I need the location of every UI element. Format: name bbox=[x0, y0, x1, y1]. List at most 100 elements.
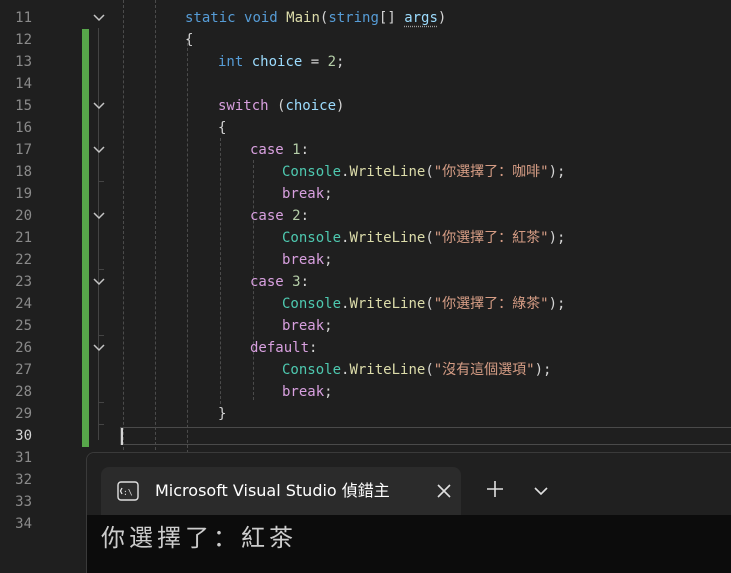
punctuation: : bbox=[309, 340, 318, 356]
keyword: string bbox=[328, 10, 379, 26]
fold-guide bbox=[98, 28, 99, 440]
control-keyword: break bbox=[282, 318, 325, 334]
terminal-output-text: 你選擇了：紅茶 bbox=[101, 524, 297, 552]
terminal-tab[interactable]: :\ Microsoft Visual Studio 偵錯主 bbox=[101, 467, 461, 515]
line-number: 19 bbox=[15, 186, 32, 202]
code-line-25: break; bbox=[282, 315, 333, 337]
string-literal: "你選擇了：紅茶" bbox=[433, 230, 549, 246]
punctuation: : bbox=[300, 274, 310, 290]
line-number: 28 bbox=[15, 384, 32, 400]
class-name: Console bbox=[282, 164, 342, 180]
terminal-tab-bar: :\ Microsoft Visual Studio 偵錯主 bbox=[87, 453, 731, 515]
punctuation: ( bbox=[425, 164, 434, 180]
code-line-23: case 3: bbox=[250, 271, 309, 293]
punctuation: ( bbox=[425, 230, 434, 246]
code-line-20: case 2: bbox=[250, 205, 309, 227]
chevron-down-icon[interactable] bbox=[533, 483, 549, 497]
indent-guide bbox=[220, 138, 221, 404]
line-number-gutter: 11 12 13 14 15 16 17 18 19 20 21 22 23 2… bbox=[0, 7, 32, 535]
line-number: 25 bbox=[15, 318, 32, 334]
class-name: Console bbox=[282, 296, 342, 312]
line-number: 15 bbox=[15, 98, 32, 114]
control-keyword: case bbox=[250, 142, 284, 158]
code-line-24: Console.WriteLine("你選擇了：綠茶"); bbox=[282, 293, 565, 315]
line-number: 31 bbox=[15, 450, 32, 466]
line-number: 12 bbox=[15, 32, 32, 48]
line-number-current: 30 bbox=[15, 428, 32, 444]
chevron-down-icon[interactable] bbox=[91, 274, 107, 290]
line-number: 33 bbox=[15, 494, 32, 510]
method-name: WriteLine bbox=[349, 362, 426, 378]
string-literal: "你選擇了：咖啡" bbox=[433, 164, 549, 180]
punctuation: ; bbox=[324, 252, 333, 268]
indent-guide bbox=[155, 0, 156, 450]
control-keyword: break bbox=[282, 186, 325, 202]
fold-end-marker bbox=[98, 424, 104, 425]
line-number: 34 bbox=[15, 516, 32, 532]
control-keyword: break bbox=[282, 384, 325, 400]
chevron-down-icon[interactable] bbox=[91, 10, 107, 26]
class-name: Console bbox=[282, 230, 342, 246]
code-line-19: break; bbox=[282, 183, 333, 205]
code-line-27: Console.WriteLine("沒有這個選項"); bbox=[282, 359, 551, 381]
number-literal: 1 bbox=[283, 142, 301, 158]
chevron-down-icon[interactable] bbox=[91, 142, 107, 158]
close-icon[interactable] bbox=[435, 482, 453, 500]
chevron-down-icon[interactable] bbox=[91, 340, 107, 356]
control-keyword: switch bbox=[218, 98, 269, 114]
method-name: WriteLine bbox=[349, 230, 426, 246]
indent-guide bbox=[123, 0, 124, 450]
debug-console-window[interactable]: :\ Microsoft Visual Studio 偵錯主 你選擇了：紅茶 bbox=[86, 452, 731, 573]
keyword: void bbox=[244, 10, 278, 26]
code-line-18: Console.WriteLine("你選擇了：咖啡"); bbox=[282, 161, 565, 183]
line-number: 20 bbox=[15, 208, 32, 224]
class-name: Console bbox=[282, 362, 342, 378]
plus-icon[interactable] bbox=[485, 479, 505, 499]
punctuation: ; bbox=[324, 384, 333, 400]
punctuation: : bbox=[300, 208, 310, 224]
line-number: 32 bbox=[15, 472, 32, 488]
line-number: 21 bbox=[15, 230, 32, 246]
code-line-15: switch (choice) bbox=[218, 95, 344, 117]
terminal-output-area[interactable]: 你選擇了：紅茶 bbox=[87, 515, 731, 573]
number-literal: 3 bbox=[283, 274, 301, 290]
svg-text::\: :\ bbox=[123, 488, 133, 497]
keyword: static bbox=[185, 10, 236, 26]
punctuation: ); bbox=[548, 296, 566, 312]
parameter: args bbox=[404, 10, 438, 26]
method-name: WriteLine bbox=[349, 296, 426, 312]
punctuation: ) bbox=[336, 98, 345, 114]
fold-end-marker bbox=[98, 181, 104, 182]
control-keyword: case bbox=[250, 274, 284, 290]
chevron-down-icon[interactable] bbox=[91, 98, 107, 114]
line-number: 22 bbox=[15, 252, 32, 268]
line-number: 23 bbox=[15, 274, 32, 290]
control-keyword: default bbox=[250, 340, 310, 356]
punctuation: [] bbox=[378, 10, 405, 26]
code-line-21: Console.WriteLine("你選擇了：紅茶"); bbox=[282, 227, 565, 249]
fold-end-marker bbox=[98, 402, 104, 403]
fold-end-marker bbox=[98, 335, 104, 336]
number-literal: 2 bbox=[283, 208, 301, 224]
indent-guide bbox=[187, 38, 188, 458]
punctuation: ; bbox=[324, 186, 333, 202]
variable: choice bbox=[243, 54, 303, 70]
line-number: 13 bbox=[15, 54, 32, 70]
text-caret bbox=[121, 428, 123, 445]
code-line-12: { bbox=[185, 32, 194, 48]
line-number: 27 bbox=[15, 362, 32, 378]
code-line-28: break; bbox=[282, 381, 333, 403]
terminal-tab-title: Microsoft Visual Studio 偵錯主 bbox=[155, 481, 390, 500]
punctuation: ( bbox=[268, 98, 286, 114]
line-number: 29 bbox=[15, 406, 32, 422]
code-line-13: int choice = 2; bbox=[218, 51, 344, 73]
line-number: 11 bbox=[15, 10, 32, 26]
line-number: 17 bbox=[15, 142, 32, 158]
chevron-down-icon[interactable] bbox=[91, 208, 107, 224]
console-icon: :\ bbox=[117, 481, 139, 501]
punctuation: ); bbox=[548, 164, 566, 180]
number-literal: 2 bbox=[327, 54, 337, 70]
punctuation: ( bbox=[425, 296, 434, 312]
code-line-29: } bbox=[218, 406, 227, 422]
fold-end-marker bbox=[98, 269, 104, 270]
